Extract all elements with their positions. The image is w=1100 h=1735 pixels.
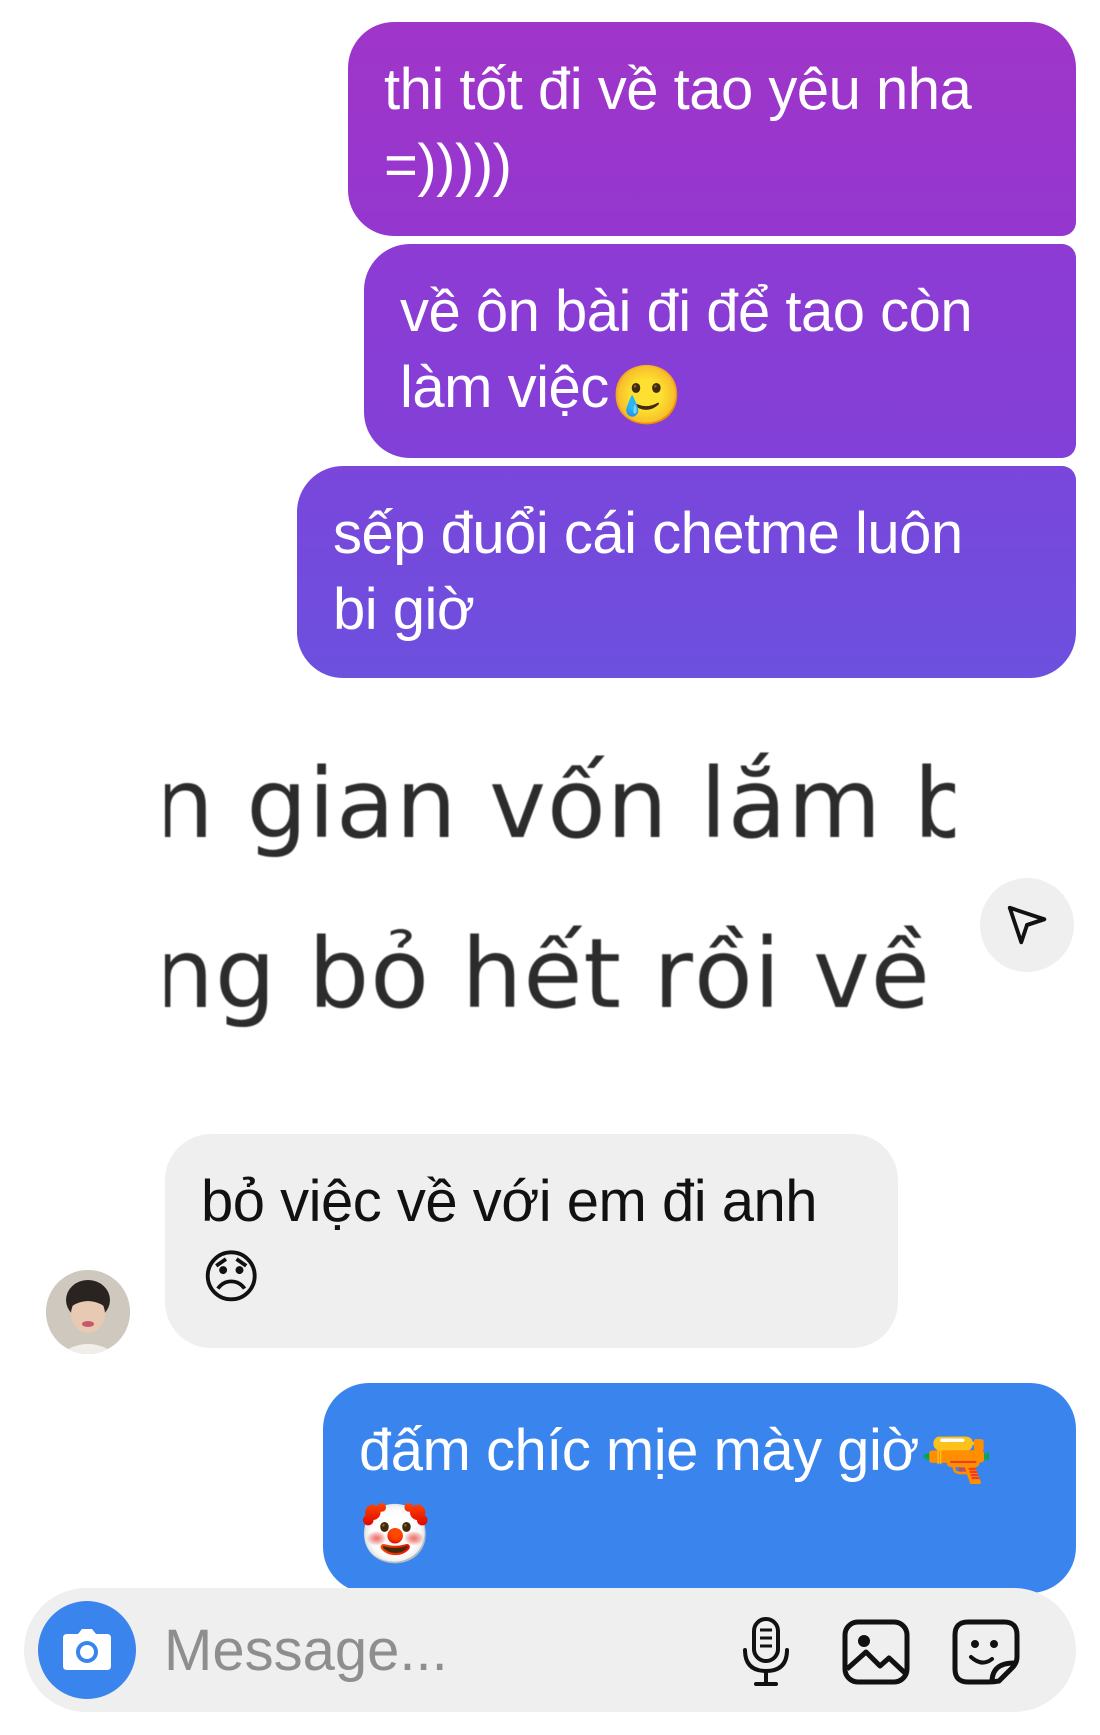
message-text: sếp đuổi cái chetme luôn	[333, 501, 963, 566]
message-text: về ôn bài đi để tao còn	[400, 279, 973, 344]
water-pistol-emoji: 🔫	[920, 1426, 993, 1491]
camera-icon	[63, 1629, 111, 1670]
send-icon	[1007, 905, 1047, 945]
message-composer	[24, 1588, 1076, 1712]
message-bubble-sent[interactable]: sếp đuổi cái chetme luôn bi giờ	[297, 466, 1076, 678]
message-input[interactable]	[164, 1608, 704, 1692]
smiling-tear-emoji: 🥲	[610, 363, 683, 428]
message-bubble-sent[interactable]: về ôn bài đi để tao còn làm việc🥲	[364, 244, 1076, 458]
sticker-button[interactable]	[950, 1616, 1022, 1688]
avatar-image	[46, 1270, 130, 1354]
sticker-icon	[952, 1619, 1020, 1685]
microphone-icon	[743, 1617, 789, 1686]
shared-image[interactable]: n gian vốn lắm bộ ng bỏ hết rồi về b	[165, 720, 955, 1080]
message-bubble-sent[interactable]: đấm chíc mịe mày giờ🔫 🤡	[323, 1383, 1076, 1593]
gallery-button[interactable]	[840, 1616, 912, 1688]
message-text: đấm chíc mịe mày giờ	[359, 1418, 919, 1483]
message-text: bỏ việc về với em đi anh	[201, 1169, 818, 1234]
image-icon	[842, 1619, 910, 1685]
shared-image-text: n gian vốn lắm bộ	[165, 748, 955, 860]
message-text: thi tốt đi về tao yêu nha	[384, 57, 972, 122]
message-bubble-sent[interactable]: thi tốt đi về tao yêu nha =)))))	[348, 22, 1076, 236]
clown-face-emoji: 🤡	[359, 1502, 431, 1567]
shared-image-text: ng bỏ hết rồi về b	[165, 918, 955, 1030]
message-text: bi giờ	[333, 577, 475, 642]
avatar[interactable]	[46, 1270, 130, 1354]
message-bubble-received[interactable]: bỏ việc về với em đi anh 😞	[165, 1134, 898, 1348]
message-text: =)))))	[384, 133, 512, 198]
microphone-button[interactable]	[730, 1616, 802, 1688]
share-button[interactable]	[980, 878, 1074, 972]
camera-button[interactable]	[38, 1601, 136, 1699]
disappointed-face-emoji: 😞	[201, 1245, 261, 1310]
message-text: làm việc	[400, 355, 609, 420]
